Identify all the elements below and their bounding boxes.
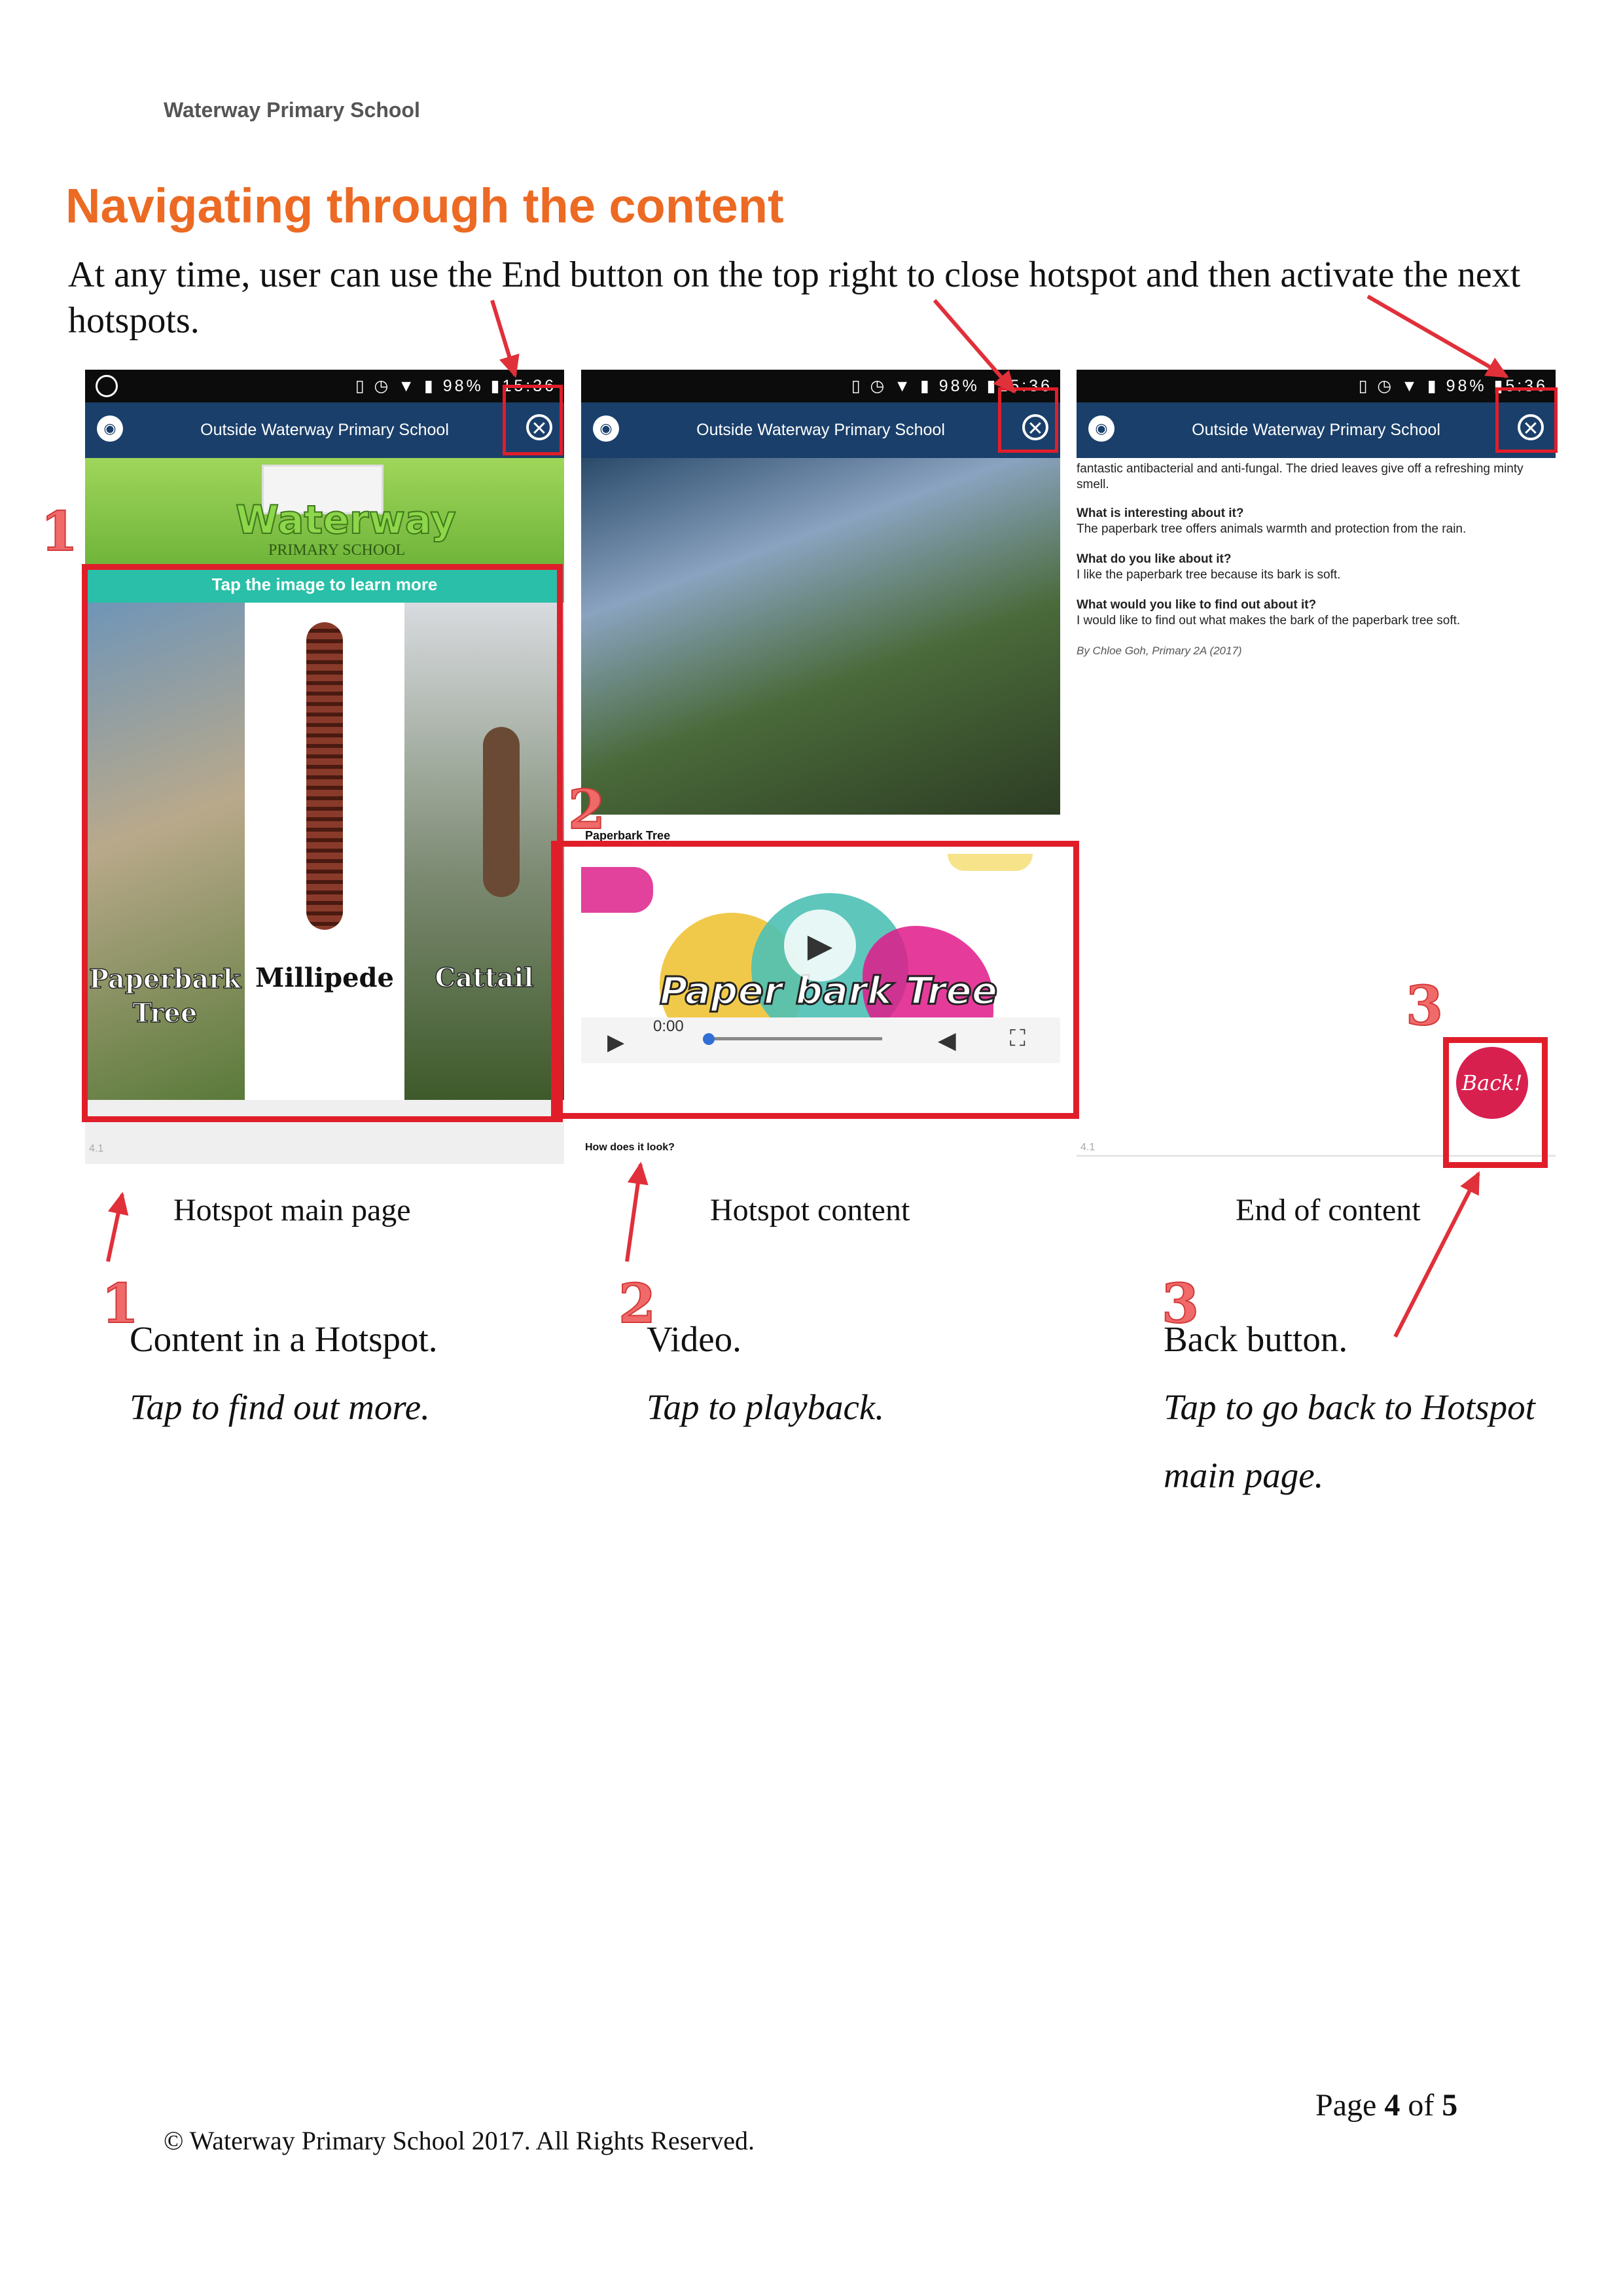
banner-logo: Waterway [235, 497, 457, 544]
app-bar-title: Outside Waterway Primary School [200, 421, 449, 439]
highlight-close-3 [1495, 387, 1558, 453]
description-title: Back button. [1164, 1319, 1348, 1359]
intro-paragraph: At any time, user can use the End button… [68, 255, 1521, 341]
byline: By Chloe Goh, Primary 2A (2017) [1077, 645, 1242, 657]
question-label: How does it look? [585, 1142, 675, 1153]
description-subtitle: Tap to go back to Hotspot main page. [1164, 1387, 1535, 1495]
highlight-hotspot-tiles [82, 564, 563, 1122]
arrow-content [625, 1164, 643, 1262]
whatsapp-icon [96, 375, 118, 397]
number-marker: 2 [567, 778, 606, 842]
caption-content: Hotspot content [710, 1193, 910, 1227]
app-bar: ◉ Outside Waterway Primary School ✕ [581, 402, 1060, 458]
description-video: Video. Tap to playback. [647, 1305, 1072, 1441]
app-bar-title: Outside Waterway Primary School [1192, 421, 1440, 439]
banner-subtitle: PRIMARY SCHOOL [268, 542, 406, 559]
caption-end: End of content [1236, 1193, 1421, 1227]
answer-text: I would like to find out what makes the … [1077, 614, 1461, 627]
app-bar: ◉ Outside Waterway Primary School ✕ [85, 402, 564, 458]
highlight-close-1 [503, 385, 563, 455]
caption-main-page: Hotspot main page [173, 1193, 411, 1227]
number-marker: 3 [1405, 974, 1444, 1038]
question-heading: What do you like about it? [1077, 552, 1232, 566]
description-title: Content in a Hotspot. [130, 1319, 438, 1359]
school-header: Waterway Primary School [164, 98, 420, 122]
footer-copyright: © Waterway Primary School 2017. All Righ… [164, 2126, 755, 2155]
description-subtitle: Tap to playback. [647, 1387, 885, 1427]
description-title: Video. [647, 1319, 741, 1359]
app-bar: ◉ Outside Waterway Primary School ✕ [1077, 402, 1556, 458]
question-heading: What would you like to find out about it… [1077, 598, 1317, 612]
description-hotspot: Content in a Hotspot. Tap to find out mo… [130, 1305, 555, 1441]
page-title: Navigating through the content [65, 179, 784, 233]
article-lead: fantastic antibacterial and anti-fungal.… [1077, 462, 1524, 491]
highlight-back-button [1443, 1037, 1548, 1168]
status-bar: ▯ ◷ ▼ ▮ 98% ▮15:36 [581, 370, 1060, 402]
status-bar: ▯ ◷ ▼ ▮ 98% ▮5:36 [1077, 370, 1556, 402]
school-banner: Waterway PRIMARY SCHOOL [85, 458, 564, 566]
article-text: fantastic antibacterial and anti-fungal.… [1077, 461, 1548, 659]
app-bar-title: Outside Waterway Primary School [696, 421, 945, 439]
description-subtitle: Tap to find out more. [130, 1387, 430, 1427]
status-bar: ▯ ◷ ▼ ▮ 98% ▮15:36 [85, 370, 564, 402]
description-back: Back button. Tap to go back to Hotspot m… [1164, 1305, 1582, 1510]
answer-text: The paperbark tree offers animals warmth… [1077, 522, 1467, 536]
highlight-video [551, 841, 1079, 1119]
question-heading: What is interesting about it? [1077, 506, 1244, 520]
number-marker: 1 [40, 500, 79, 564]
paperbark-tree-photo [581, 458, 1060, 815]
arrow-main-page [106, 1193, 124, 1262]
page-number: Page 4 of 5 [1315, 2088, 1458, 2123]
answer-text: I like the paperbark tree because its ba… [1077, 568, 1341, 582]
